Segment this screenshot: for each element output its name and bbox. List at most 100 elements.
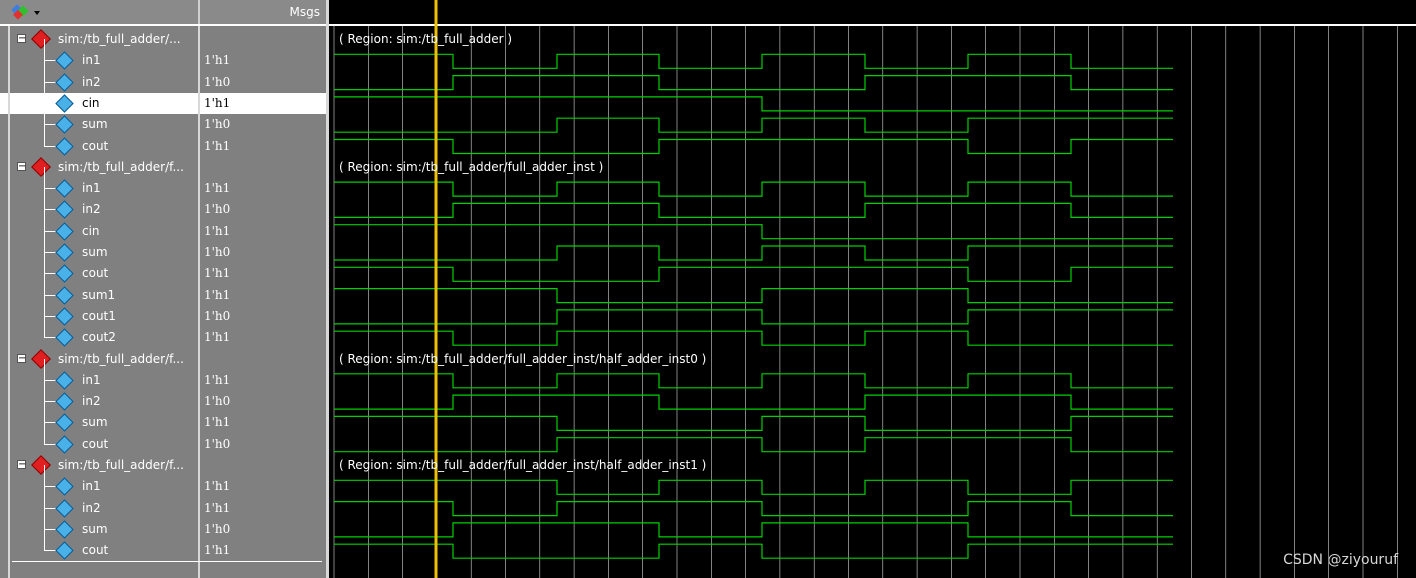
tree-line [44,401,45,423]
names-column-header[interactable] [0,0,200,24]
timeline-header [329,0,1416,25]
signal-icon [55,264,74,283]
signal-row[interactable]: in2 1'h0 [0,380,328,412]
signal-row[interactable]: in2 1'h0 [0,188,328,220]
tree-line [44,358,45,380]
collapse-icon[interactable]: − [17,353,26,363]
signal-icon [55,200,74,220]
tree-line [44,81,45,103]
signal-icon [55,243,74,262]
tree-branch [44,60,56,62]
signal-row[interactable]: in1 1'h1 [0,358,328,391]
signal-row[interactable]: cin 1'h1 [0,209,328,242]
signal-waveform [334,309,1173,325]
region-label: ( Region: sim:/tb_full_adder/full_adder_… [339,458,707,472]
signal-name: cout [82,266,109,281]
signal-row[interactable]: cout2 1'h1 [0,316,328,348]
wave-group-icon[interactable] [11,4,41,20]
signal-name: in2 [82,74,101,89]
signal-value: 1'h1 [204,500,231,515]
tree-line [44,273,45,295]
group-row[interactable]: − sim:/tb_full_adder/f... [0,348,328,370]
collapse-icon[interactable]: − [17,161,26,171]
msgs-column-header[interactable]: Msgs [200,0,330,24]
signal-value: 1'h1 [204,543,231,558]
tree-line [44,124,45,147]
signal-waveform [334,501,1173,517]
tree-line [44,294,45,316]
signal-row[interactable]: sum 1'h0 [0,103,328,135]
signal-waveform [334,437,1173,453]
signal-row[interactable]: cin 1'h1 [0,81,328,114]
signal-icon [55,94,74,113]
region-label: ( Region: sim:/tb_full_adder/full_adder_… [339,351,707,366]
signal-waveform [334,202,1173,218]
tree-line [44,380,45,402]
signal-icon [55,477,74,496]
signal-row[interactable]: in2 1'h1 [0,486,328,519]
signal-row[interactable]: cout 1'h0 [0,422,328,455]
signal-row[interactable]: in1 1'h1 [0,39,328,71]
tree-line [44,486,45,508]
signal-row[interactable]: cout 1'h1 [0,529,328,561]
signal-name: in2 [82,394,101,409]
column-divider[interactable] [198,26,200,578]
signal-waveform [334,522,1173,538]
signal-row[interactable]: sum 1'h0 [0,231,328,263]
header-divider [0,24,328,26]
group-diamond-icon [31,348,51,369]
signal-waveform [334,415,1173,431]
signal-name: sum [82,117,108,132]
signal-icon [55,434,74,454]
signal-waveform [334,479,1173,495]
signal-row[interactable]: cout1 1'h0 [0,294,328,327]
signal-row[interactable]: sum 1'h1 [0,401,328,433]
signal-waveform [334,245,1173,261]
signal-icon [55,221,74,241]
signal-icon [55,371,74,390]
group-row[interactable]: − sim:/tb_full_adder/f... [0,455,328,476]
horizontal-scrollbar[interactable] [12,561,322,562]
signal-waveform [334,75,1173,91]
msgs-label: Msgs [289,5,320,19]
signal-value: 1'h0 [204,521,231,536]
signal-name: in1 [82,372,101,387]
signal-row[interactable]: in2 1'h0 [0,60,328,93]
signal-waveform [334,96,1173,112]
signal-name: in1 [82,479,101,494]
signal-name: cout1 [82,308,116,323]
tree-line [44,316,45,339]
collapse-icon[interactable]: − [17,34,26,44]
tree-branch [44,209,56,211]
collapse-icon[interactable]: − [17,460,26,470]
signal-row[interactable]: cout 1'h1 [0,252,328,284]
group-label: sim:/tb_full_adder/f... [58,159,184,174]
group-diamond-icon [31,29,51,49]
signal-row[interactable]: in1 1'h1 [0,465,328,497]
signal-waveform [334,181,1173,197]
waveform-pane[interactable] [329,0,1416,578]
signal-row[interactable]: sum1 1'h1 [0,273,328,306]
signal-waveform [334,373,1173,389]
signal-icon [55,392,74,411]
signal-name: in1 [82,53,101,68]
group-label: sim:/tb_full_adder/... [58,32,181,46]
signal-value: 1'h1 [204,287,231,302]
signal-waveform [334,394,1173,410]
signal-icon [55,498,74,518]
group-row[interactable]: − sim:/tb_full_adder/... [0,29,328,50]
signal-row[interactable]: in1 1'h1 [0,167,328,199]
signal-row[interactable]: cout 1'h1 [0,124,328,157]
signal-name: cout [82,436,109,451]
signal-name: cout2 [82,330,116,345]
tree-line [44,60,45,82]
group-row[interactable]: − sim:/tb_full_adder/f... [0,156,328,178]
signal-waveform [334,330,1173,346]
group-diamond-icon [31,156,51,177]
signal-value: 1'h1 [204,181,231,196]
tree-line [44,422,45,445]
signal-row[interactable]: sum 1'h0 [0,507,328,540]
signal-name: cin [82,223,100,238]
signal-name: cout [82,543,109,558]
signal-icon [55,328,74,347]
